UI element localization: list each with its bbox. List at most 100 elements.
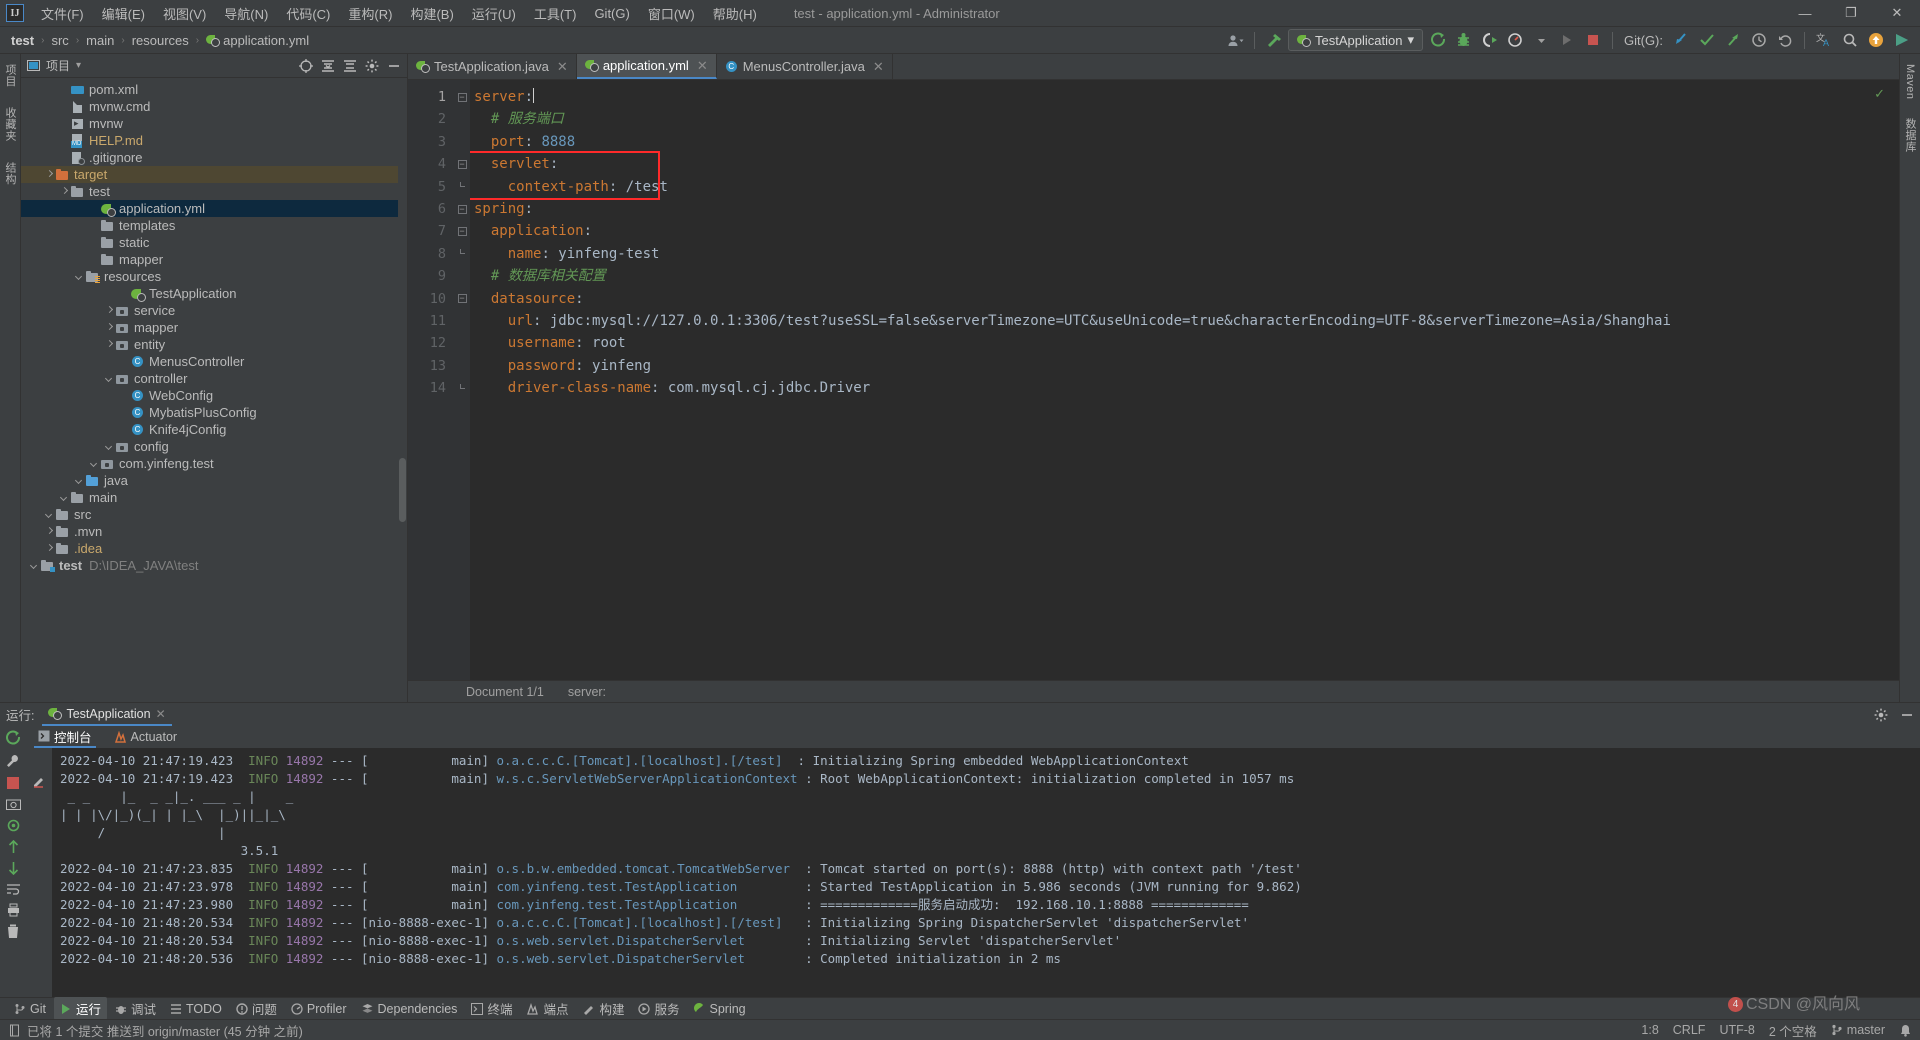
update-available-icon[interactable] <box>1864 29 1888 51</box>
tree-expander-icon[interactable] <box>59 101 70 112</box>
code-line[interactable]: # 数据库相关配置 <box>470 265 1887 287</box>
tree-node-service[interactable]: service <box>21 302 407 319</box>
tree-expander-icon[interactable] <box>29 560 40 571</box>
console-output[interactable]: 2022-04-10 21:47:19.423 INFO 14892 --- [… <box>52 748 1908 997</box>
notifications-bell-icon[interactable] <box>1899 1024 1912 1037</box>
menu-item-6[interactable]: 构建(B) <box>401 1 462 26</box>
close-icon[interactable]: ✕ <box>873 59 884 75</box>
attach-run-button[interactable] <box>1555 29 1579 51</box>
tree-node-mvnw-cmd[interactable]: mvnw.cmd <box>21 98 407 115</box>
tree-node-pom-xml[interactable]: pom.xml <box>21 81 407 98</box>
tree-expander-icon[interactable] <box>104 322 115 333</box>
tool-window-button---[interactable]: 构建 <box>576 997 630 1020</box>
run-subtabs[interactable]: 控制台Actuator <box>26 726 1920 748</box>
left-tool-tab-1[interactable]: 收藏夹 <box>0 103 20 146</box>
tool-window-button---[interactable]: 运行 <box>54 997 107 1020</box>
run-subtab-0[interactable]: 控制台 <box>34 726 96 748</box>
print-soft-wrap-icon[interactable] <box>6 882 21 896</box>
menu-item-11[interactable]: 帮助(H) <box>704 1 766 26</box>
close-icon[interactable]: ✕ <box>557 59 568 75</box>
tree-node-test[interactable]: test <box>21 183 407 200</box>
tree-node-com-yinfeng-test[interactable]: com.yinfeng.test <box>21 455 407 472</box>
tree-expander-icon[interactable] <box>89 237 100 248</box>
right-tool-tab-1[interactable]: 数据库 <box>1900 114 1920 157</box>
translate-icon[interactable]: 文A <box>1812 29 1836 51</box>
tree-expander-icon[interactable] <box>89 254 100 265</box>
breadcrumb-segment-2[interactable]: main <box>81 31 119 50</box>
main-menu[interactable]: 文件(F)编辑(E)视图(V)导航(N)代码(C)重构(R)构建(B)运行(U)… <box>32 1 766 26</box>
stop-button[interactable] <box>1581 29 1605 51</box>
breadcrumb-segment-1[interactable]: src <box>46 31 73 50</box>
profile-dropdown-icon[interactable] <box>1529 29 1553 51</box>
run-panel-settings-icon[interactable] <box>1874 708 1888 722</box>
git-update-icon[interactable] <box>1669 29 1693 51</box>
menu-item-0[interactable]: 文件(F) <box>32 1 93 26</box>
fold-marker[interactable]: − <box>454 220 470 242</box>
tree-node-test[interactable]: testD:\IDEA_JAVA\test <box>21 557 407 574</box>
tree-node-main[interactable]: main <box>21 489 407 506</box>
inspection-status-icon[interactable]: ✓ <box>1874 86 1885 102</box>
close-icon[interactable]: ✕ <box>156 707 166 721</box>
tree-expander-icon[interactable] <box>104 373 115 384</box>
tree-node-testapplication[interactable]: TestApplication <box>21 285 407 302</box>
tree-expander-icon[interactable] <box>74 475 85 486</box>
tool-window-button-profiler[interactable]: Profiler <box>285 1000 353 1018</box>
tool-window-button-spring[interactable]: Spring <box>688 1000 752 1018</box>
editor-tab-menuscontroller-java[interactable]: MenusController.java✕ <box>717 54 893 79</box>
breadcrumb-segment-0[interactable]: test <box>6 31 39 50</box>
git-commit-icon[interactable] <box>1695 29 1719 51</box>
fold-marker[interactable]: − <box>454 198 470 220</box>
code-content[interactable]: server: # 服务端口 port: 8888 servlet: conte… <box>470 80 1887 680</box>
tool-window-button-git[interactable]: Git <box>8 1000 52 1018</box>
scroll-up-icon[interactable] <box>7 840 20 854</box>
tool-window-bar[interactable]: Git运行调试TODO问题ProfilerDependencies终端端点构建服… <box>0 997 1920 1019</box>
tree-node-knife4jconfig[interactable]: Knife4jConfig <box>21 421 407 438</box>
screenshot-icon[interactable] <box>6 797 21 811</box>
stop-icon[interactable] <box>6 776 20 790</box>
project-tree-scrollbar[interactable] <box>398 78 407 702</box>
tree-expander-icon[interactable] <box>104 305 115 316</box>
fold-marker[interactable] <box>454 265 470 287</box>
tool-window-button---[interactable]: 终端 <box>465 997 518 1020</box>
select-opened-file-icon[interactable] <box>299 59 313 73</box>
tree-expander-icon[interactable] <box>44 509 55 520</box>
tree-expander-icon[interactable] <box>59 186 70 197</box>
print-icon[interactable] <box>6 903 21 917</box>
tree-node-src[interactable]: src <box>21 506 407 523</box>
fold-marker[interactable] <box>454 332 470 354</box>
tree-expander-icon[interactable] <box>89 203 100 214</box>
breadcrumb-segment-3[interactable]: resources <box>127 31 194 50</box>
tree-node-mapper[interactable]: mapper <box>21 319 407 336</box>
tree-node-config[interactable]: config <box>21 438 407 455</box>
code-line[interactable]: driver-class-name: com.mysql.cj.jdbc.Dri… <box>470 377 1887 399</box>
file-encoding[interactable]: UTF-8 <box>1719 1023 1754 1037</box>
tree-node-mvnw[interactable]: mvnw <box>21 115 407 132</box>
code-folding-gutter[interactable]: −−−−− <box>454 80 470 680</box>
tree-node--gitignore[interactable]: .gitignore <box>21 149 407 166</box>
tree-expander-icon[interactable] <box>59 152 70 163</box>
code-line[interactable]: name: yinfeng-test <box>470 243 1887 265</box>
tree-node--mvn[interactable]: .mvn <box>21 523 407 540</box>
debug-button[interactable] <box>1451 29 1475 51</box>
tree-expander-icon[interactable] <box>44 526 55 537</box>
menu-item-2[interactable]: 视图(V) <box>154 1 215 26</box>
close-button[interactable]: ✕ <box>1874 0 1920 27</box>
run-button[interactable] <box>1425 29 1449 51</box>
code-line[interactable]: # 服务端口 <box>470 108 1887 130</box>
edit-log-icon[interactable] <box>32 774 46 788</box>
editor-scrollbar[interactable] <box>1887 80 1899 680</box>
code-line[interactable]: password: yinfeng <box>470 355 1887 377</box>
menu-item-8[interactable]: 工具(T) <box>525 1 586 26</box>
tree-expander-icon[interactable] <box>119 424 130 435</box>
tool-window-button---[interactable]: 服务 <box>632 997 685 1020</box>
tree-expander-icon[interactable] <box>89 220 100 231</box>
tree-node-mapper[interactable]: mapper <box>21 251 407 268</box>
menu-item-1[interactable]: 编辑(E) <box>93 1 154 26</box>
tree-node-menuscontroller[interactable]: MenusController <box>21 353 407 370</box>
search-icon[interactable] <box>1838 29 1862 51</box>
git-push-icon[interactable] <box>1721 29 1745 51</box>
tree-expander-icon[interactable] <box>119 356 130 367</box>
fold-marker[interactable]: − <box>454 153 470 175</box>
tree-expander-icon[interactable] <box>119 390 130 401</box>
menu-item-9[interactable]: Git(G) <box>585 3 638 24</box>
